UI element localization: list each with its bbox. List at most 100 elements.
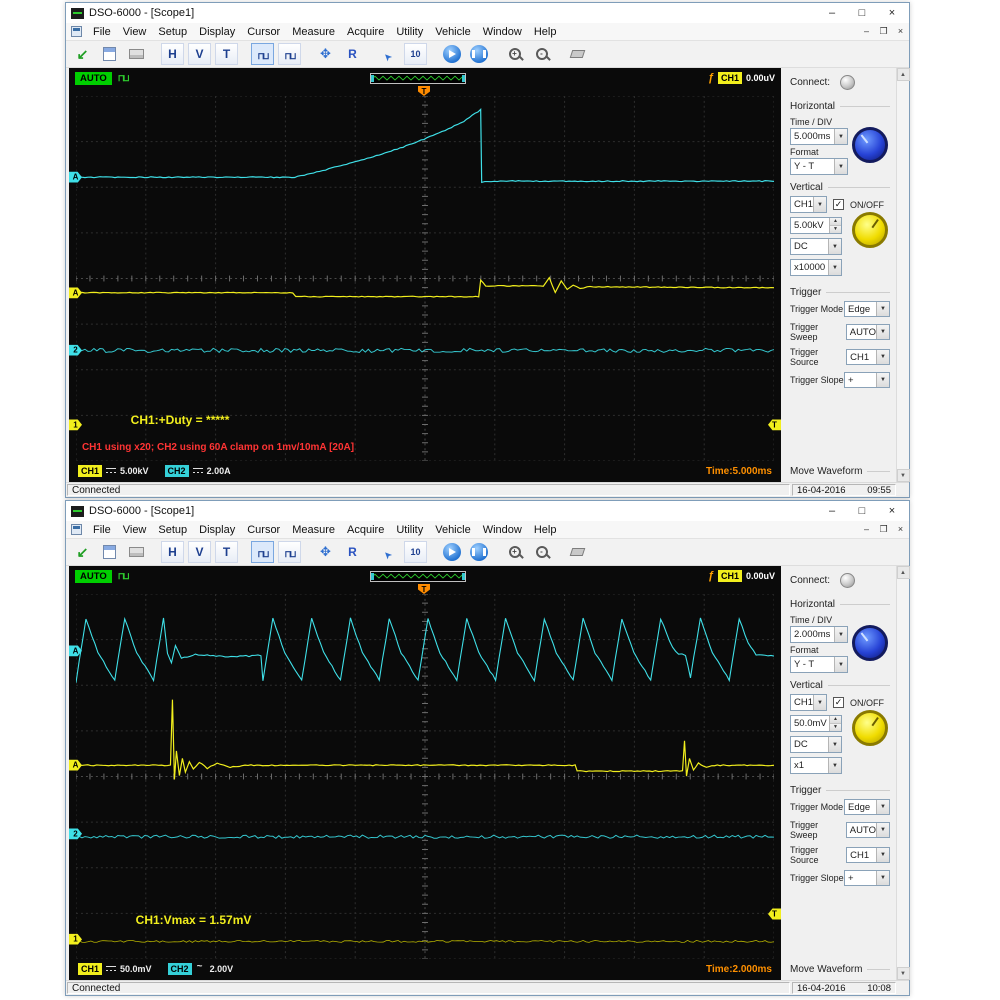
trigger-source-select[interactable]: CH1 ▼ [846, 349, 890, 365]
menu-vehicle[interactable]: Vehicle [429, 26, 476, 38]
reset-button[interactable]: R [341, 541, 364, 563]
spinner-arrows-icon[interactable]: ▲ ▼ [829, 218, 841, 233]
run-button[interactable] [440, 541, 463, 563]
vertical-scale-knob[interactable] [852, 710, 888, 746]
mdi-restore-button[interactable]: ❐ [875, 26, 892, 37]
menu-vehicle[interactable]: Vehicle [429, 524, 476, 536]
spinner-arrows-icon[interactable]: ▲ ▼ [829, 716, 841, 731]
vertical-settings-button[interactable]: V [188, 43, 211, 65]
menu-display[interactable]: Display [193, 26, 241, 38]
channel-select[interactable]: CH1 ▼ [790, 694, 827, 711]
open-file-icon[interactable] [98, 43, 121, 65]
menu-display[interactable]: Display [193, 524, 241, 536]
cursor-tool-icon[interactable] [377, 43, 400, 65]
probe-select[interactable]: x10000 ▼ [790, 259, 842, 276]
menu-cursor[interactable]: Cursor [241, 524, 286, 536]
menu-view[interactable]: View [117, 26, 153, 38]
menu-file[interactable]: File [87, 524, 117, 536]
waveform-mode-alt-icon[interactable] [278, 541, 301, 563]
trigger-mode-select[interactable]: Edge ▼ [844, 301, 890, 317]
close-button[interactable]: × [877, 3, 907, 23]
trigger-slope-select[interactable]: + ▼ [844, 372, 890, 388]
move-waveform-icon[interactable] [314, 541, 337, 563]
trigger-position-marker[interactable]: T [418, 86, 430, 96]
zoom-out-icon[interactable]: - [530, 541, 553, 563]
run-button[interactable] [440, 43, 463, 65]
menu-help[interactable]: Help [528, 524, 563, 536]
connect-device-icon[interactable] [71, 541, 94, 563]
panel-scrollbar[interactable]: ▲ ▼ [896, 566, 909, 980]
resize-grip[interactable] [897, 483, 909, 497]
mdi-restore-button[interactable]: ❐ [875, 524, 892, 535]
menu-file[interactable]: File [87, 26, 117, 38]
scale-spinner[interactable]: 50.0mV ▲ ▼ [790, 715, 842, 732]
scroll-up-icon[interactable]: ▲ [897, 68, 910, 81]
zoom-in-icon[interactable]: + [503, 541, 526, 563]
trigger-slope-select[interactable]: + ▼ [844, 870, 890, 886]
trigger-settings-button[interactable]: T [215, 541, 238, 563]
zoom-out-icon[interactable]: - [530, 43, 553, 65]
connect-indicator[interactable] [840, 75, 855, 90]
mdi-close-button[interactable]: × [892, 26, 909, 37]
close-button[interactable]: × [877, 501, 907, 521]
decade-steps-button[interactable]: 10 [404, 43, 427, 65]
scope-grid[interactable]: A A 2 1 T CH1:Vmax = 1.57mV [76, 594, 774, 959]
menu-utility[interactable]: Utility [390, 524, 429, 536]
trigger-settings-button[interactable]: T [215, 43, 238, 65]
open-file-icon[interactable] [98, 541, 121, 563]
horizontal-settings-button[interactable]: H [161, 43, 184, 65]
time-div-select[interactable]: 2.000ms ▼ [790, 626, 848, 643]
vertical-scale-knob[interactable] [852, 212, 888, 248]
waveform-mode-icon[interactable] [251, 541, 274, 563]
trigger-position-marker[interactable]: T [418, 584, 430, 594]
menu-window[interactable]: Window [477, 524, 528, 536]
print-icon[interactable] [125, 541, 148, 563]
vertical-settings-button[interactable]: V [188, 541, 211, 563]
maximize-button[interactable]: □ [847, 3, 877, 23]
trigger-source-select[interactable]: CH1 ▼ [846, 847, 890, 863]
trigger-mode-select[interactable]: Edge ▼ [844, 799, 890, 815]
format-select[interactable]: Y - T ▼ [790, 656, 848, 673]
cursor-tool-icon[interactable] [377, 541, 400, 563]
mdi-close-button[interactable]: × [892, 524, 909, 535]
scope-grid[interactable]: A A 2 1 T CH1:+Duty = ***** CH1 using x20; CH2… [76, 96, 774, 461]
time-div-knob[interactable] [852, 625, 888, 661]
trigger-sweep-select[interactable]: AUTO ▼ [846, 822, 890, 838]
menu-acquire[interactable]: Acquire [341, 524, 390, 536]
pause-button[interactable] [467, 541, 490, 563]
waveform-preview[interactable] [370, 571, 466, 582]
move-waveform-icon[interactable] [314, 43, 337, 65]
pause-button[interactable] [467, 43, 490, 65]
menu-cursor[interactable]: Cursor [241, 26, 286, 38]
mdi-minimize-button[interactable]: – [858, 524, 875, 535]
probe-select[interactable]: x1 ▼ [790, 757, 842, 774]
minimize-button[interactable]: – [817, 501, 847, 521]
trigger-sweep-select[interactable]: AUTO ▼ [846, 324, 890, 340]
connect-indicator[interactable] [840, 573, 855, 588]
print-icon[interactable] [125, 43, 148, 65]
waveform-preview[interactable] [370, 73, 466, 84]
waveform-mode-alt-icon[interactable] [278, 43, 301, 65]
panel-scrollbar[interactable]: ▲ ▼ [896, 68, 909, 482]
scale-spinner[interactable]: 5.00kV ▲ ▼ [790, 217, 842, 234]
horizontal-settings-button[interactable]: H [161, 541, 184, 563]
mdi-minimize-button[interactable]: – [858, 26, 875, 37]
erase-display-icon[interactable] [566, 541, 589, 563]
menu-setup[interactable]: Setup [152, 524, 193, 536]
scroll-down-icon[interactable]: ▼ [897, 469, 910, 482]
menu-setup[interactable]: Setup [152, 26, 193, 38]
erase-display-icon[interactable] [566, 43, 589, 65]
onoff-checkbox[interactable]: ✓ [833, 199, 844, 210]
onoff-checkbox[interactable]: ✓ [833, 697, 844, 708]
menu-view[interactable]: View [117, 524, 153, 536]
scroll-down-icon[interactable]: ▼ [897, 967, 910, 980]
menu-utility[interactable]: Utility [390, 26, 429, 38]
time-div-knob[interactable] [852, 127, 888, 163]
zoom-in-icon[interactable]: + [503, 43, 526, 65]
menu-acquire[interactable]: Acquire [341, 26, 390, 38]
menu-window[interactable]: Window [477, 26, 528, 38]
time-div-select[interactable]: 5.000ms ▼ [790, 128, 848, 145]
reset-button[interactable]: R [341, 43, 364, 65]
minimize-button[interactable]: – [817, 3, 847, 23]
connect-device-icon[interactable] [71, 43, 94, 65]
